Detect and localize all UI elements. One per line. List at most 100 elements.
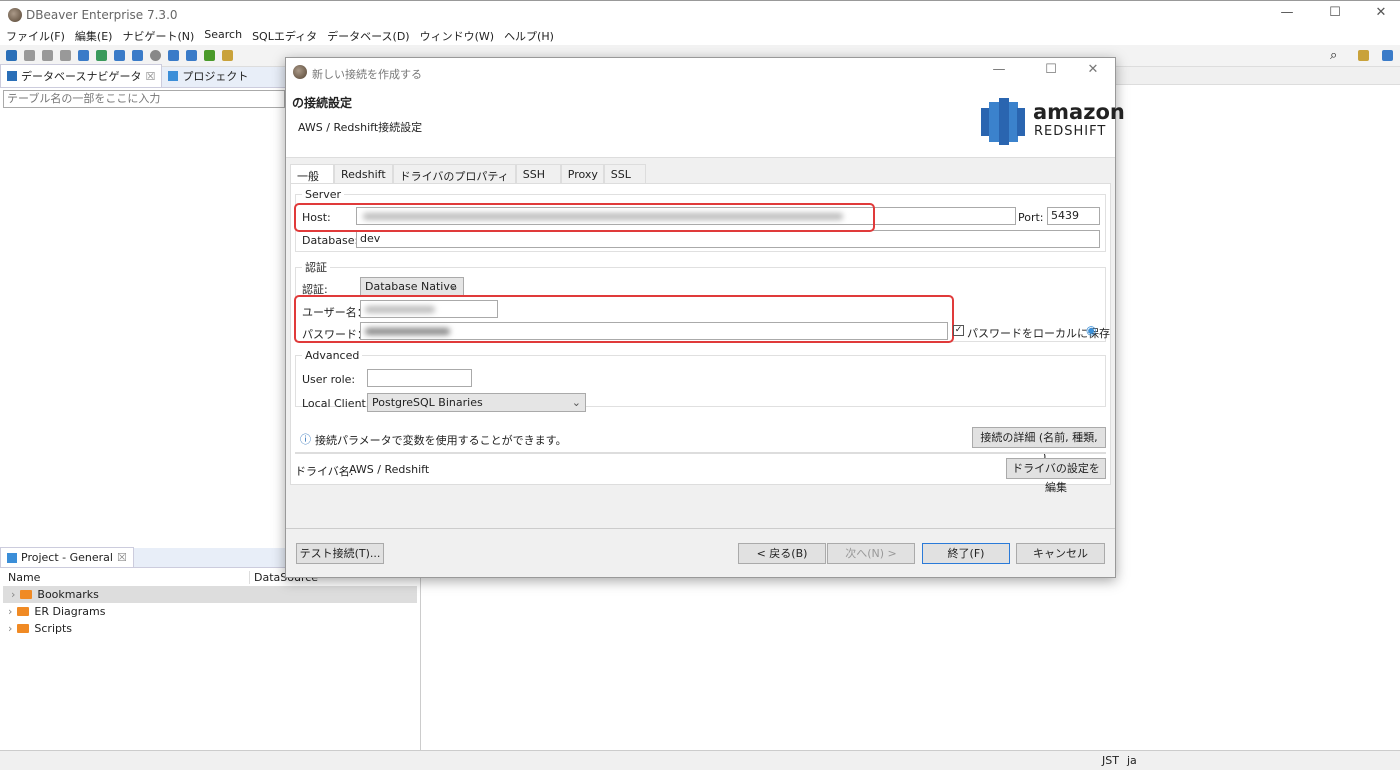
tab-projects[interactable]: プロジェクト [162,65,254,87]
database-perspective-icon[interactable] [1382,50,1393,61]
menu-search[interactable]: Search [204,28,242,45]
close-tab-icon[interactable]: ☒ [145,70,155,83]
menu-bar: ファイル(F) 編集(E) ナビゲート(N) Search SQLエディタ デー… [0,28,1400,45]
dialog-maximize-button[interactable]: ☐ [1036,62,1066,77]
invalidate-icon[interactable] [60,50,71,61]
minimize-button[interactable]: — [1272,5,1302,20]
tab-ssh[interactable]: SSH [515,164,561,184]
database-icon [7,71,17,81]
local-client-value: PostgreSQL Binaries [372,396,483,409]
dialog-title: 新しい接続を作成する [312,68,422,81]
tab-proxy[interactable]: Proxy [560,164,604,184]
table-filter-input[interactable] [3,90,285,108]
edit-driver-settings-button[interactable]: ドライバの設定を編集 [1006,458,1106,494]
dialog-subheading: AWS / Redshift接続設定 [298,121,423,134]
back-button[interactable]: < 戻る(B) [738,543,826,564]
info-icon: ⓘ [300,433,311,446]
advanced-legend: Advanced [305,349,360,362]
menu-edit[interactable]: 編集(E) [75,28,113,45]
sql-editor-icon[interactable] [168,50,179,61]
tab-general[interactable]: 一般 [290,164,334,184]
commit-icon[interactable] [78,50,89,61]
database-input[interactable]: dev [356,230,1100,248]
server-legend: Server [305,188,342,201]
rollback-icon[interactable] [96,50,107,61]
menu-navigate[interactable]: ナビゲート(N) [122,28,194,45]
test-connection-button[interactable]: テスト接続(T)... [296,543,384,564]
tab-redshift[interactable]: Redshift [334,164,393,184]
menu-database[interactable]: データベース(D) [327,28,410,45]
er-diagrams-folder-icon [17,607,30,616]
dialog-tabs: 一般 Redshift ドライバのプロパティ SSH Proxy SSL [290,164,646,184]
dashboard-icon[interactable] [150,50,161,61]
port-input[interactable]: 5439 [1047,207,1100,225]
eye-icon[interactable]: ◉ [1086,323,1096,337]
tree-item-bookmarks[interactable]: › Bookmarks [3,586,417,603]
project-icon [7,552,17,563]
divider [295,452,1106,454]
save-password-checkbox[interactable]: ✓ [953,325,964,336]
info-text: 接続パラメータで変数を使用することができます。 [315,434,567,447]
transaction-icon[interactable] [114,50,125,61]
driver-name: AWS / Redshift [349,463,430,476]
title-bar: DBeaver Enterprise 7.3.0 — ☐ ✕ [0,0,1400,28]
auth-value: Database Native [365,280,457,293]
dialog-heading: の接続設定 [292,96,353,110]
menu-help[interactable]: ヘルプ(H) [504,28,554,45]
button-bar-divider [286,528,1115,529]
bookmarks-folder-icon [20,590,33,599]
menu-sql-editor[interactable]: SQLエディタ [252,28,317,45]
local-client-select[interactable]: PostgreSQL Binaries ⌄ [367,393,586,412]
timezone-status: JST [1102,754,1119,767]
perspective-icon[interactable] [1358,50,1369,61]
next-button[interactable]: 次へ(N) > [827,543,915,564]
close-button[interactable]: ✕ [1366,5,1396,20]
close-tab-icon[interactable]: ☒ [117,551,127,564]
logo-redshift: REDSHIFT [1034,124,1107,139]
debug-icon[interactable] [204,50,215,61]
connect-icon[interactable] [24,50,35,61]
dbeaver-logo-icon [8,8,22,22]
search-icon[interactable]: ⌕ [1330,48,1337,63]
user-role-label: User role: [302,373,356,386]
database-label: Database: [302,234,359,247]
local-client-label: Local Client: [302,397,370,410]
locale-status: ja [1127,754,1137,767]
dbeaver-logo-icon [293,65,307,79]
finish-button[interactable]: 終了(F) [922,543,1010,564]
user-role-input[interactable] [367,369,472,387]
dialog-close-button[interactable]: ✕ [1078,62,1108,77]
tab-label: プロジェクト [182,70,249,83]
scripts-folder-icon [17,624,30,633]
tab-driver-properties[interactable]: ドライバのプロパティ [392,164,516,184]
tree-item-er-diagrams[interactable]: › ER Diagrams [0,603,420,620]
cancel-button[interactable]: キャンセル [1016,543,1105,564]
connection-details-button[interactable]: 接続の詳細 (名前, 種類, ...) [972,427,1106,463]
chevron-down-icon: ⌄ [449,280,459,293]
tab-label: Project - General [21,551,113,564]
driver-name-label: ドライバ名: [295,465,354,478]
column-name[interactable]: Name [0,570,250,584]
sql-icon[interactable] [132,50,143,61]
tab-label: データベースナビゲータ [21,70,142,83]
dialog-minimize-button[interactable]: — [984,62,1014,77]
redshift-logo-icon [981,98,1025,145]
disconnect-icon[interactable] [42,50,53,61]
tab-database-navigator[interactable]: データベースナビゲータ ☒ [0,64,163,87]
menu-window[interactable]: ウィンドウ(W) [420,28,494,45]
port-label: Port: [1018,211,1044,224]
item-label: Bookmarks [37,588,99,601]
schema-icon[interactable] [186,50,197,61]
tree-item-scripts[interactable]: › Scripts [0,620,420,637]
status-bar: JST ja [0,750,1400,770]
credentials-highlight [294,295,954,343]
pin-icon[interactable] [222,50,233,61]
app-title: DBeaver Enterprise 7.3.0 [26,8,178,22]
logo-amazon: amazon [1033,100,1125,124]
tab-project-general[interactable]: Project - General ☒ [0,547,134,567]
maximize-button[interactable]: ☐ [1320,5,1350,20]
tab-ssl[interactable]: SSL [603,164,646,184]
menu-file[interactable]: ファイル(F) [6,28,65,45]
auth-select[interactable]: Database Native ⌄ [360,277,464,296]
new-connection-icon[interactable] [6,50,17,61]
